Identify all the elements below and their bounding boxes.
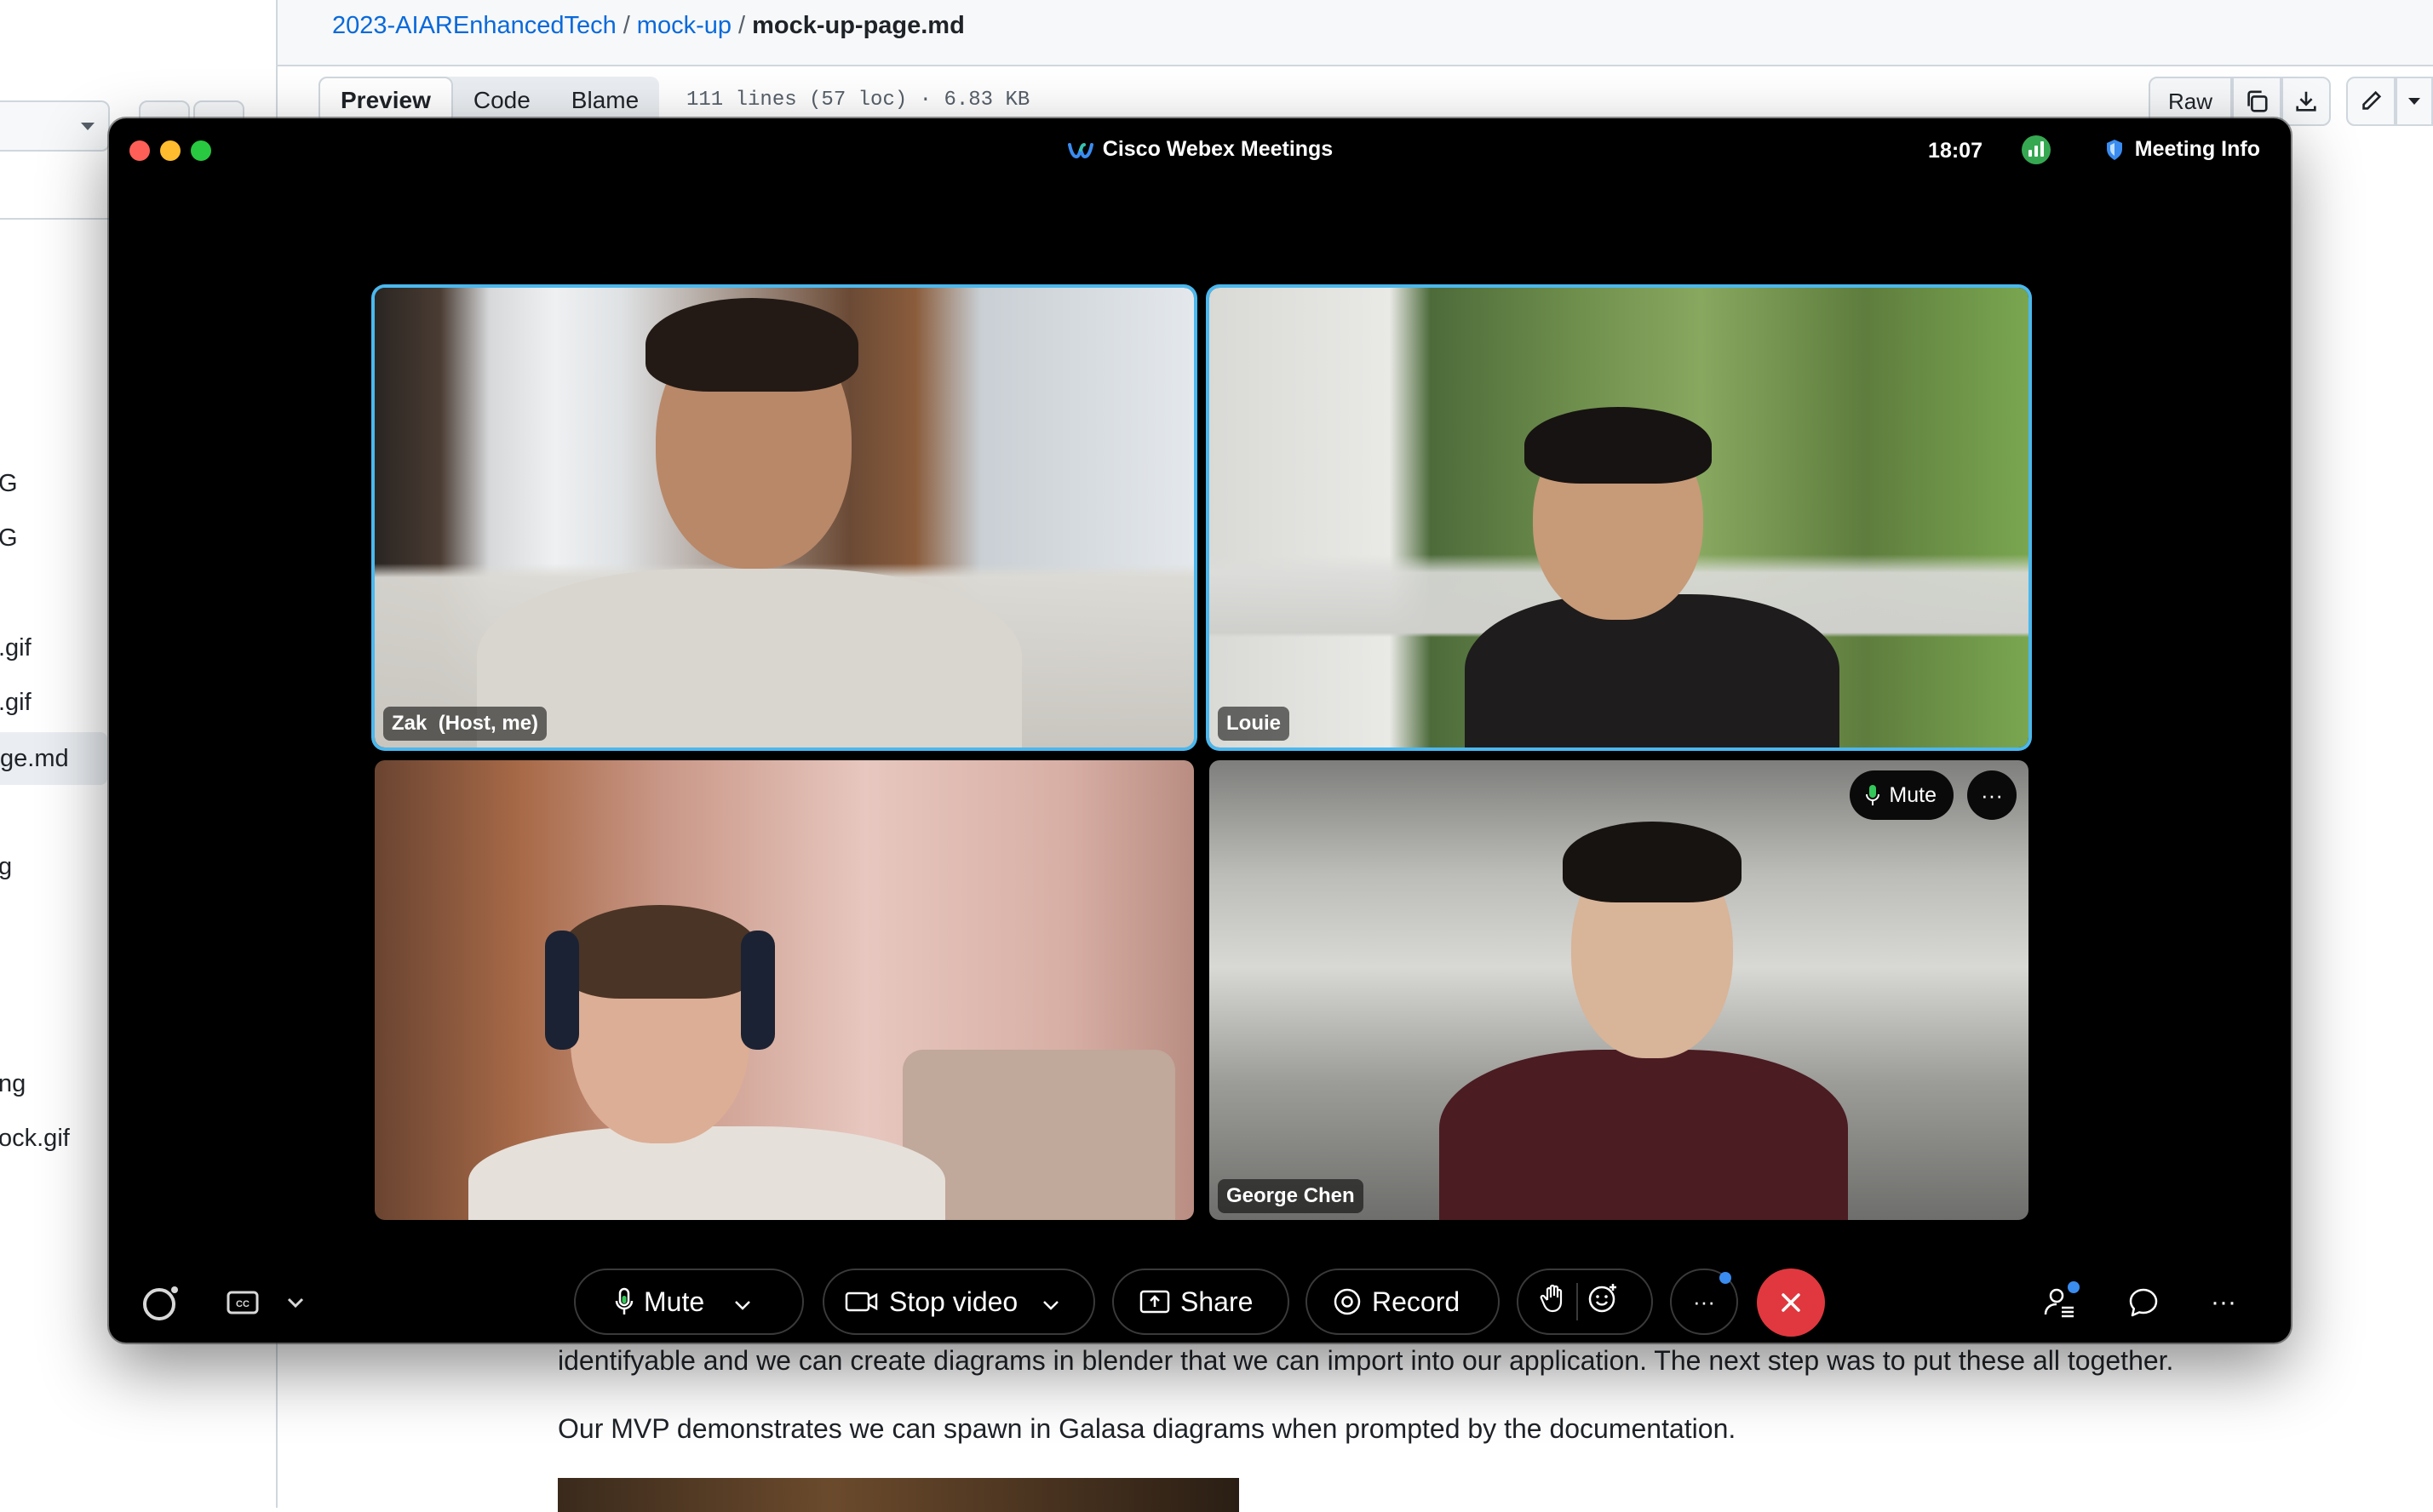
shield-icon: [2106, 139, 2122, 160]
tab-blame[interactable]: Blame: [551, 77, 659, 124]
person-silhouette: [1439, 1050, 1848, 1220]
file-view-tabs: Preview Code Blame: [318, 77, 660, 124]
tab-preview[interactable]: Preview: [318, 77, 453, 124]
notification-dot: [2068, 1281, 2080, 1293]
share-screen-icon: [1139, 1290, 1170, 1314]
notification-dot: [1719, 1272, 1731, 1284]
tab-code[interactable]: Code: [453, 77, 551, 124]
reactions-button[interactable]: [1587, 1282, 1619, 1321]
meeting-clock: 18:07: [1928, 139, 1983, 163]
person-hair: [1563, 822, 1742, 902]
edit-file-button[interactable]: [2346, 77, 2396, 126]
network-health-icon[interactable]: [2022, 135, 2051, 164]
chevron-down-icon[interactable]: [1041, 1286, 1060, 1318]
window-title-text: Cisco Webex Meetings: [1102, 137, 1334, 161]
file-tree-item[interactable]: .gif: [0, 689, 32, 717]
file-tree-item[interactable]: .gif: [0, 634, 32, 662]
file-tree-item[interactable]: G: [0, 470, 18, 498]
video-tile-george-chen[interactable]: Mute ··· George Chen: [1209, 760, 2028, 1220]
more-options-icon: ···: [1693, 1288, 1715, 1314]
person-silhouette: [468, 1126, 945, 1220]
person-silhouette: [1465, 594, 1839, 747]
chat-button[interactable]: [2120, 1280, 2166, 1326]
pencil-icon: [2362, 90, 2382, 110]
more-options-button[interactable]: ···: [1670, 1269, 1738, 1335]
closed-captions-icon: CC: [227, 1291, 259, 1314]
markdown-paragraph: identifyable and we can create diagrams …: [558, 1345, 2174, 1376]
record-icon: [1334, 1288, 1361, 1315]
edit-menu-button[interactable]: [2396, 77, 2433, 126]
markdown-paragraph: Our MVP demonstrates we can spawn in Gal…: [558, 1413, 1736, 1444]
video-camera-icon: [845, 1292, 878, 1312]
webex-window: Cisco Webex Meetings 18:07 Meeting Info …: [109, 118, 2291, 1343]
file-tree-item[interactable]: G: [0, 524, 18, 553]
breadcrumb-current-file: mock-up-page.md: [752, 12, 965, 39]
meeting-info-button[interactable]: Meeting Info: [2104, 137, 2260, 162]
participants-button[interactable]: [2037, 1280, 2083, 1326]
person-silhouette: [477, 569, 1022, 747]
breadcrumb-separator: /: [738, 12, 746, 39]
chevron-down-icon: [287, 1297, 304, 1309]
record-label: Record: [1372, 1286, 1460, 1317]
file-tree-item[interactable]: g: [0, 853, 12, 881]
record-button[interactable]: Record: [1305, 1269, 1500, 1335]
headset-icon: [545, 931, 579, 1050]
participant-name-tag: Louie: [1218, 707, 1289, 741]
participant-mute-label: Mute: [1889, 782, 1937, 807]
chevron-down-icon[interactable]: [733, 1286, 752, 1318]
window-titlebar[interactable]: Cisco Webex Meetings 18:07 Meeting Info: [109, 118, 2291, 185]
breadcrumb: 2023-AIAREnhancedTech / mock-up / mock-up-pa…: [332, 12, 965, 40]
breadcrumb-separator: /: [623, 12, 630, 39]
emoji-reaction-icon: [1588, 1284, 1616, 1313]
meeting-info-label: Meeting Info: [2134, 137, 2260, 161]
close-icon: [1782, 1293, 1800, 1312]
mute-button[interactable]: Mute: [574, 1269, 804, 1335]
reactions-group: [1517, 1269, 1653, 1335]
person-hair: [1524, 407, 1712, 484]
person-hair: [646, 298, 858, 392]
file-meta: 111 lines (57 loc) · 6.83 KB: [686, 89, 1030, 112]
webex-logo-icon: [1067, 143, 1093, 159]
stop-video-button[interactable]: Stop video: [823, 1269, 1095, 1335]
svg-text:CC: CC: [236, 1299, 250, 1309]
more-menu-button[interactable]: ···: [2201, 1280, 2247, 1326]
chevron-down-icon: [2408, 98, 2420, 105]
microphone-icon: [1866, 785, 1880, 805]
file-tree-item-active[interactable]: ge.md: [0, 732, 107, 785]
mute-label: Mute: [644, 1286, 705, 1317]
file-tree-item[interactable]: ng: [0, 1070, 26, 1098]
video-tile-zak[interactable]: Zak (Host, me): [375, 288, 1194, 747]
share-button[interactable]: Share: [1112, 1269, 1289, 1335]
participant-name-tag: Zak (Host, me): [383, 707, 548, 741]
divider: [1576, 1283, 1578, 1320]
raise-hand-icon: [1540, 1284, 1563, 1313]
copy-icon: [2247, 90, 2268, 112]
video-tile-participant[interactable]: [375, 760, 1194, 1220]
captions-options-button[interactable]: [273, 1280, 318, 1326]
markdown-image: [558, 1478, 1239, 1512]
share-label: Share: [1180, 1286, 1254, 1317]
chevron-down-icon: [81, 123, 95, 130]
microphone-icon: [615, 1287, 634, 1314]
participant-name-tag: George Chen: [1218, 1179, 1363, 1213]
branch-select[interactable]: [0, 100, 110, 152]
closed-captions-button[interactable]: CC: [220, 1280, 266, 1326]
person-hair: [560, 905, 760, 999]
chat-bubble-icon: [2129, 1288, 2158, 1317]
meeting-controls: CC Mute Stop video Share Record ··· ···: [109, 1251, 2291, 1337]
raise-hand-button[interactable]: [1539, 1283, 1568, 1320]
file-actions: Raw: [2149, 77, 2433, 126]
download-icon: [2296, 91, 2316, 112]
headset-icon: [741, 931, 775, 1050]
breadcrumb-folder-link[interactable]: mock-up: [637, 12, 732, 39]
stop-video-label: Stop video: [889, 1286, 1019, 1317]
breadcrumb-repo-link[interactable]: 2023-AIAREnhancedTech: [332, 12, 617, 39]
participant-more-button[interactable]: ···: [1967, 770, 2017, 820]
participant-mute-button[interactable]: Mute: [1850, 770, 1954, 820]
file-tree-item[interactable]: ock.gif: [0, 1125, 70, 1153]
video-tile-louie[interactable]: Louie: [1209, 288, 2028, 747]
activity-icon[interactable]: [138, 1280, 184, 1326]
leave-meeting-button[interactable]: [1757, 1269, 1825, 1337]
